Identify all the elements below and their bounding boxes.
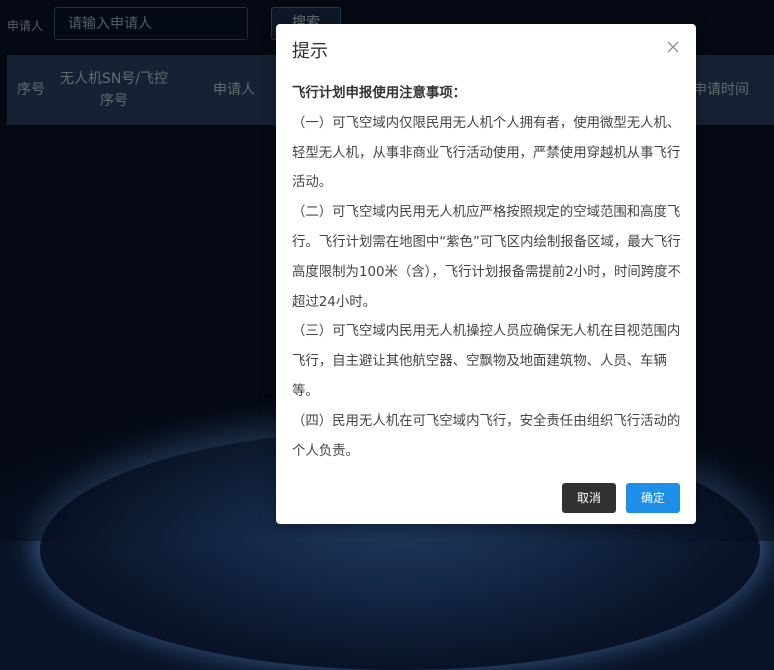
notice-heading: 飞行计划申报使用注意事项： xyxy=(292,86,467,101)
close-icon[interactable] xyxy=(667,41,679,53)
notice-item: （四）民用无人机在可飞空域内飞行，安全责任由组织飞行活动的个人负责。 xyxy=(292,413,681,459)
dialog-body: 飞行计划申报使用注意事项： （一）可飞空域内仅限民用无人机个人拥有者，使用微型无… xyxy=(292,79,682,466)
notice-dialog: 提示 飞行计划申报使用注意事项： （一）可飞空域内仅限民用无人机个人拥有者，使用… xyxy=(276,24,696,524)
notice-item: （二）可飞空域内民用无人机应严格按照规定的空域范围和高度飞行。飞行计划需在地图中… xyxy=(292,205,681,310)
notice-item: （一）可飞空域内仅限民用无人机个人拥有者，使用微型无人机、轻型无人机，从事非商业… xyxy=(292,115,681,191)
notice-item: （三）可飞空域内民用无人机操控人员应确保无人机在目视范围内飞行，自主避让其他航空… xyxy=(292,324,681,399)
cancel-button[interactable]: 取消 xyxy=(562,483,616,513)
dialog-title: 提示 xyxy=(292,41,328,62)
confirm-button[interactable]: 确定 xyxy=(626,483,680,513)
